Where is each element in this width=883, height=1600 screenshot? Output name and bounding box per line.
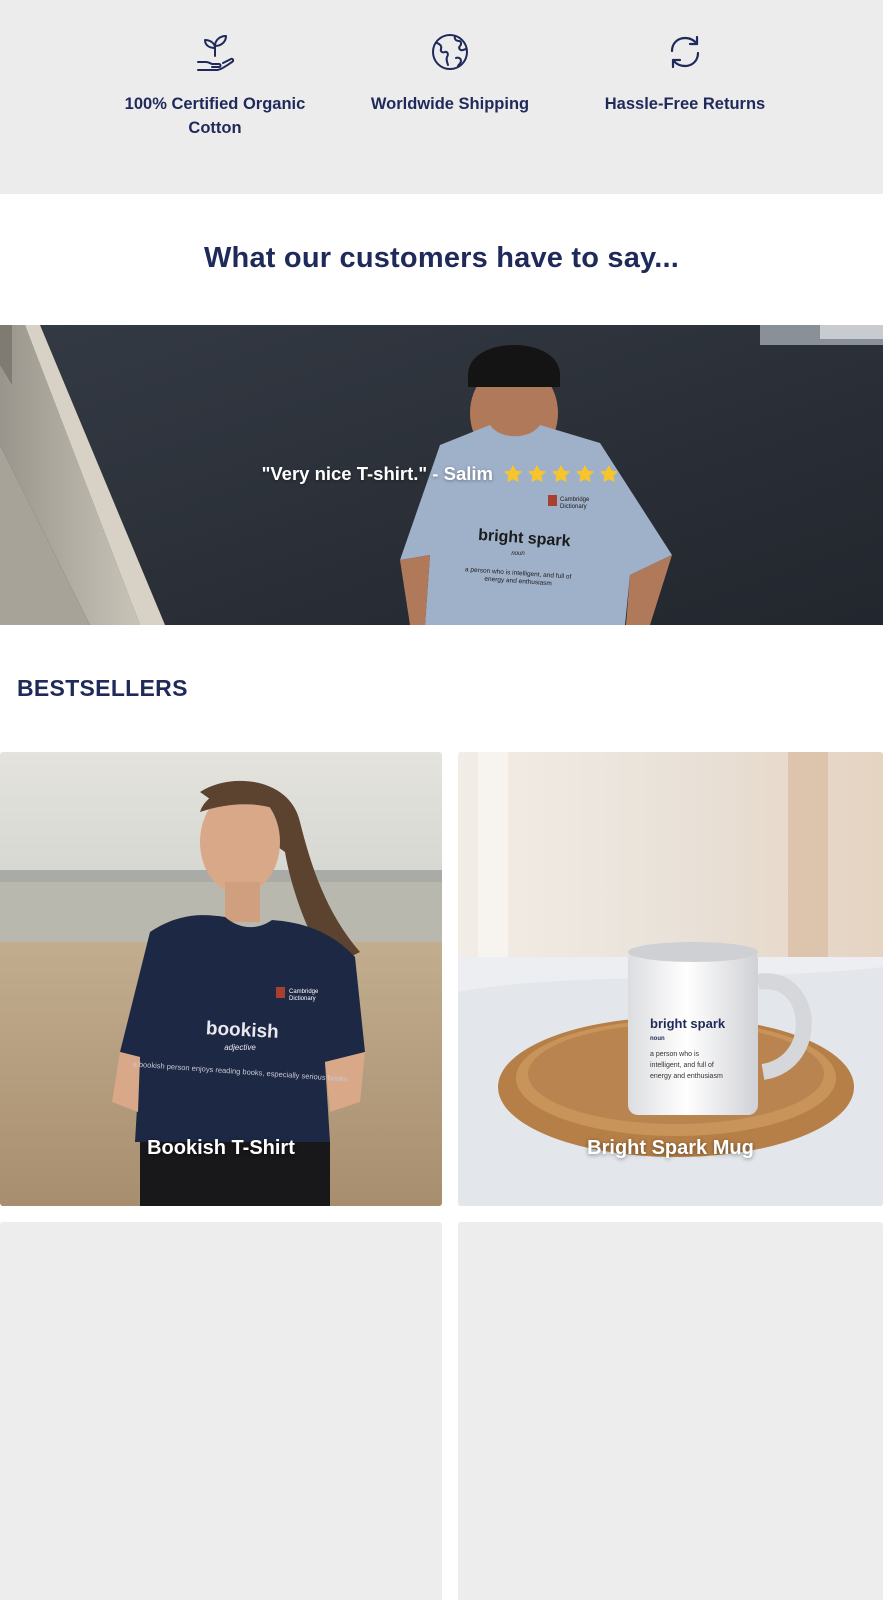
- testimonial-quote-row: "Very nice T-shirt." - Salim: [0, 463, 883, 485]
- feature-label: 100% Certified Organic Cotton: [124, 95, 306, 137]
- features-strip: 100% Certified Organic Cotton Worldwide …: [0, 0, 883, 194]
- svg-text:noun: noun: [511, 551, 525, 557]
- svg-text:Dictionary: Dictionary: [289, 996, 316, 1002]
- svg-text:intelligent, and full of: intelligent, and full of: [650, 1062, 714, 1069]
- star-icon: [576, 465, 594, 482]
- plant-in-hand-icon: [197, 35, 235, 71]
- print-title: bookish: [205, 1018, 279, 1043]
- svg-text:Dictionary: Dictionary: [560, 504, 587, 510]
- product-card-placeholder[interactable]: [458, 1222, 883, 1600]
- print-pos: adjective: [224, 1043, 256, 1052]
- feature-worldwide-shipping: Worldwide Shipping: [350, 30, 550, 116]
- refresh-icon: [670, 35, 700, 69]
- feature-hassle-free-returns: Hassle-Free Returns: [585, 30, 785, 116]
- product-card-bright-spark-mug[interactable]: bright spark noun a person who is intell…: [458, 752, 883, 1206]
- testimonial-quote: "Very nice T-shirt." - Salim: [261, 463, 493, 484]
- star-icon: [552, 465, 570, 482]
- feature-label: Hassle-Free Returns: [604, 95, 766, 113]
- feature-organic-cotton: 100% Certified Organic Cotton: [115, 30, 315, 140]
- star-icon: [528, 465, 546, 482]
- product-name: Bookish T-Shirt: [147, 1137, 295, 1159]
- testimonials-heading: What our customers have to say...: [203, 242, 680, 274]
- svg-text:a person who is: a person who is: [650, 1051, 700, 1058]
- star-icon: [600, 465, 618, 482]
- rating-stars: [501, 464, 621, 484]
- star-icon: [504, 465, 522, 482]
- product-card-bookish-tshirt[interactable]: Cambridge Dictionary bookish adjective a…: [0, 752, 442, 1206]
- print-title: bright spark: [650, 1016, 726, 1031]
- print-pos: noun: [650, 1036, 665, 1042]
- product-name: Bright Spark Mug: [587, 1137, 754, 1159]
- globe-icon: [432, 34, 468, 70]
- shirt-logo-text: Cambridge: [560, 497, 590, 503]
- svg-text:Cambridge: Cambridge: [289, 989, 319, 995]
- testimonial-banner: Cambridge Dictionary bright spark noun a…: [0, 325, 883, 625]
- product-card-placeholder[interactable]: [0, 1222, 442, 1600]
- svg-text:energy and enthusiasm: energy and enthusiasm: [650, 1073, 723, 1080]
- feature-label: Worldwide Shipping: [370, 95, 530, 113]
- bestsellers-title: BESTSELLERS: [17, 675, 188, 701]
